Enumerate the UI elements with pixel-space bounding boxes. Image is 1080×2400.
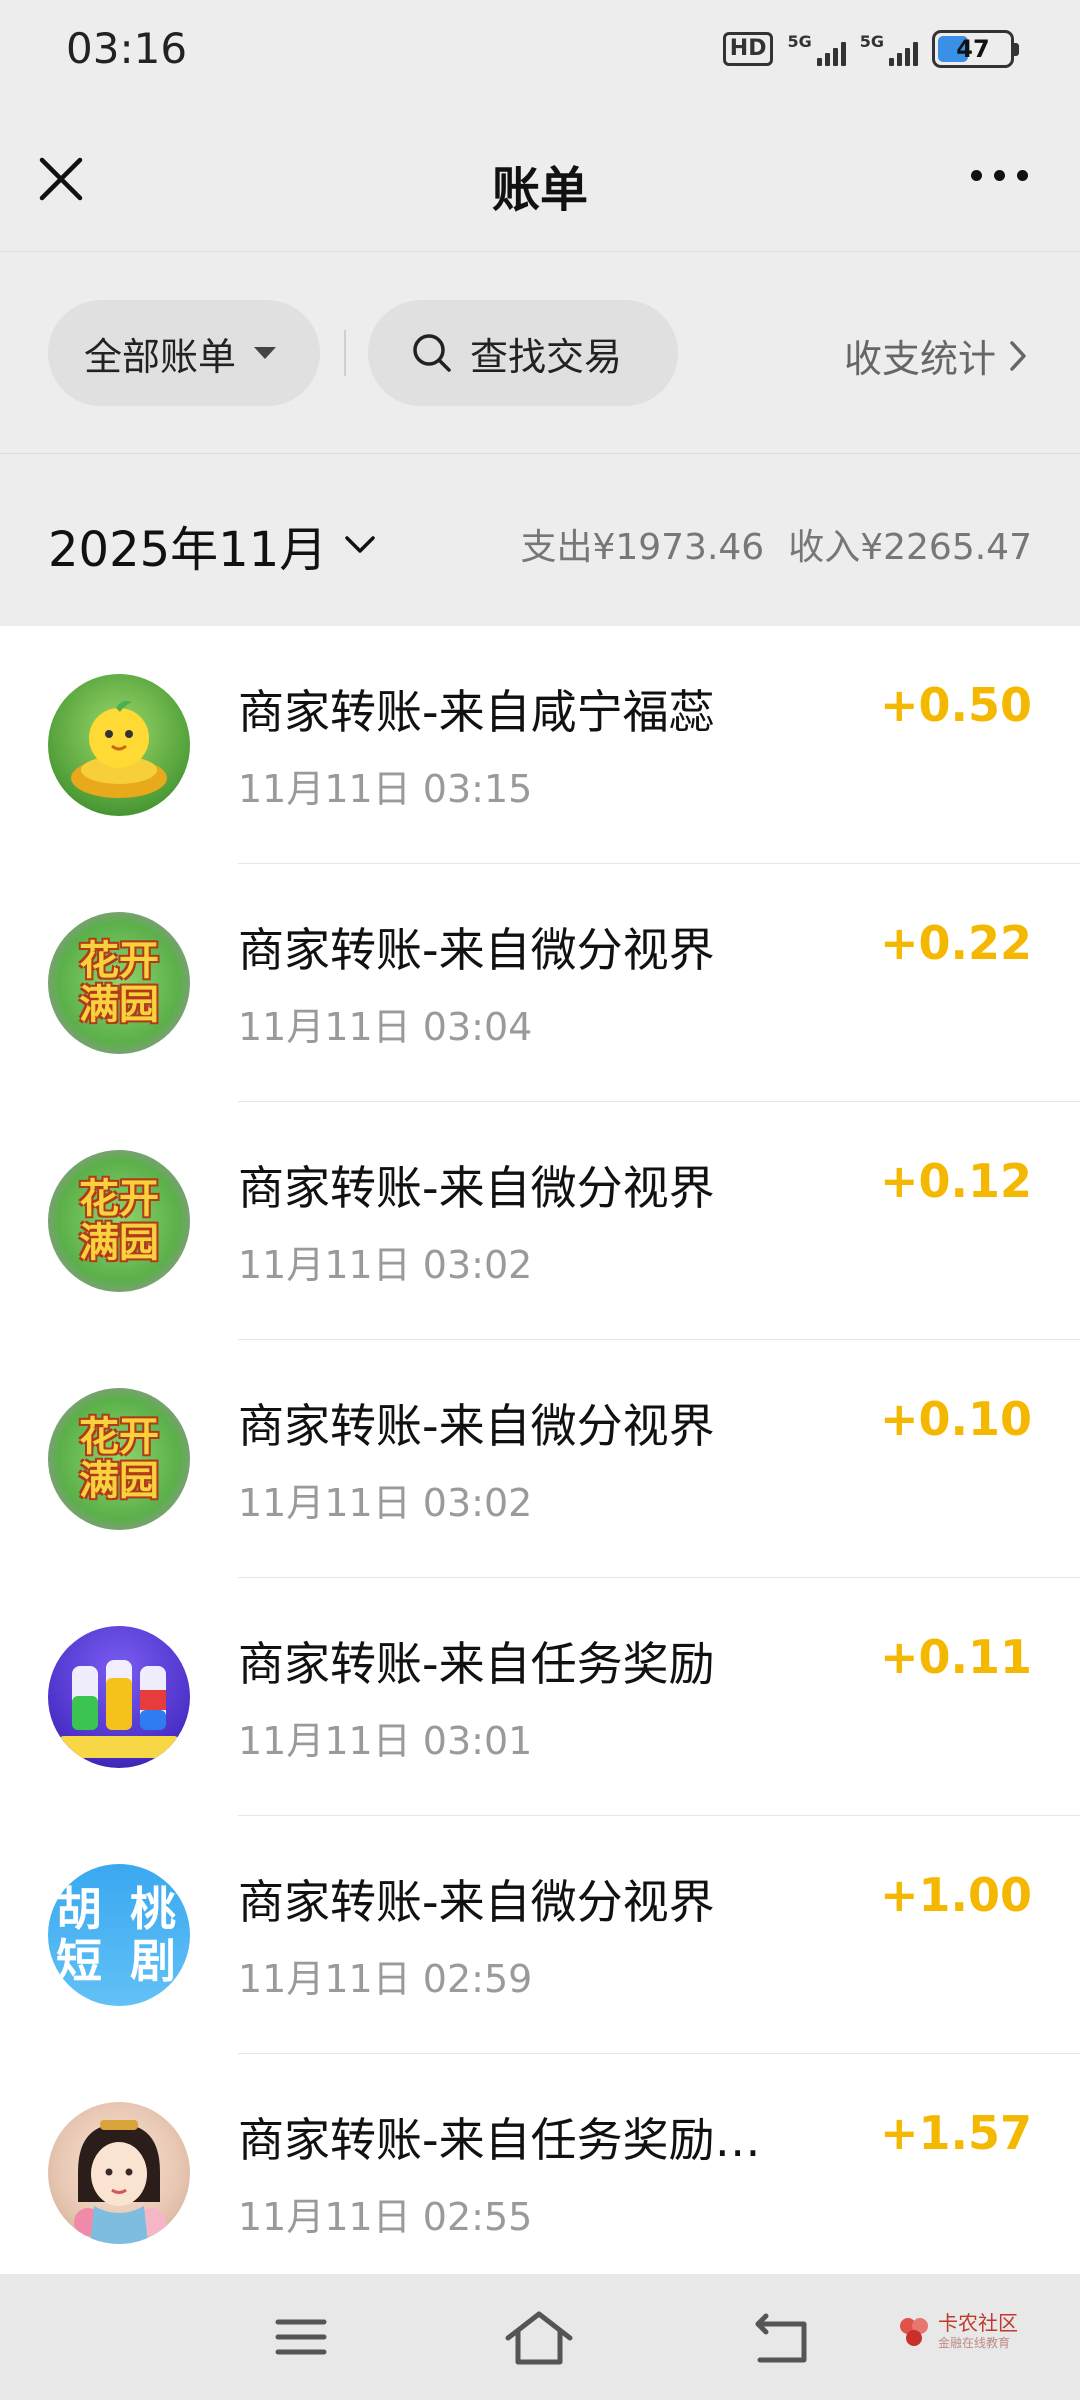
transaction-row[interactable]: 花开 满园 商家转账-来自微分视界 11月11日 03:04 +0.22 [0, 864, 1080, 1102]
transaction-row[interactable]: 商家转账-来自咸宁福蕊 11月11日 03:15 +0.50 [0, 626, 1080, 864]
merchant-avatar: 花开 满园 [48, 1150, 190, 1292]
avatar-text-line-2: 满园 [79, 982, 159, 1028]
status-bar: 03:16 HD 5G 5G 47 [0, 0, 1080, 100]
month-label: 2025年11月 [48, 522, 328, 578]
page-title: 账单 [491, 162, 588, 218]
expense-total: 支出¥1973.46 [520, 527, 765, 568]
avatar-text-line-1: 花开 [79, 1414, 159, 1460]
more-dots-icon [971, 170, 982, 181]
transaction-time: 11月11日 03:02 [238, 1481, 533, 1525]
avatar-text-line-2: 满园 [79, 1220, 159, 1266]
menu-icon [275, 2319, 327, 2355]
avatar-text-line-1: 花开 [79, 938, 159, 984]
home-icon [505, 2311, 573, 2365]
watermark: 卡农社区 金融在线教育 [896, 2312, 1018, 2351]
battery-icon: 47 [932, 30, 1019, 68]
transaction-time: 11月11日 03:15 [238, 767, 533, 811]
search-label: 查找交易 [470, 334, 623, 379]
merchant-avatar: 胡 桃 短 剧 [48, 1864, 190, 2006]
transaction-time: 11月11日 02:55 [238, 2195, 533, 2239]
watermark-title: 卡农社区 [938, 2311, 1018, 2335]
status-time: 03:16 [66, 24, 188, 73]
system-nav-bar: 卡农社区 金融在线教育 [0, 2274, 1080, 2400]
flower-garden-icon: 花开 满园 [79, 1415, 159, 1503]
search-icon [413, 334, 451, 372]
transaction-row[interactable]: 花开 满园 商家转账-来自微分视界 11月11日 03:02 +0.12 [0, 1102, 1080, 1340]
transaction-time: 11月11日 02:59 [238, 1957, 533, 2001]
home-button[interactable] [504, 2310, 574, 2370]
merchant-avatar: 花开 满园 [48, 1388, 190, 1530]
status-icons: HD 5G 5G 47 [722, 30, 1019, 68]
transaction-title: 商家转账-来自微分视界 [238, 923, 715, 977]
color-bottles-icon [58, 1660, 180, 1758]
more-button[interactable] [971, 170, 1028, 181]
all-bills-dropdown[interactable]: 全部账单 [48, 300, 320, 406]
month-header: 2025年11月 支出¥1973.46 收入¥2265.47 [0, 454, 1080, 626]
transaction-row[interactable]: 胡 桃 短 剧 商家转账-来自微分视界 11月11日 02:59 +1.00 [0, 1816, 1080, 2054]
merchant-avatar [48, 674, 190, 816]
transaction-amount: +0.11 [879, 1630, 1032, 1684]
transaction-title: 商家转账-来自咸宁福蕊 [238, 685, 715, 739]
transaction-amount: +0.50 [879, 678, 1032, 732]
flower-garden-icon: 花开 满园 [79, 939, 159, 1027]
chevron-down-icon [345, 536, 375, 553]
merchant-avatar: 花开 满园 [48, 912, 190, 1054]
signal-label-1: 5G [787, 32, 812, 51]
back-icon [755, 2313, 807, 2363]
income-total: 收入¥2265.47 [788, 527, 1032, 568]
search-transactions-button[interactable]: 查找交易 [368, 300, 678, 406]
chevron-right-icon [1010, 340, 1026, 371]
transaction-title: 商家转账-来自任务奖励 [238, 1637, 715, 1691]
filter-row: 全部账单 查找交易 收支统计 [0, 252, 1080, 454]
gold-ingot-chick-icon [71, 700, 167, 798]
month-selector[interactable]: 2025年11月 [48, 510, 377, 580]
transaction-time: 11月11日 03:02 [238, 1243, 533, 1287]
stats-label: 收支统计 [843, 337, 996, 381]
transaction-title: 商家转账-来自微分视界 [238, 1399, 715, 1453]
transaction-time: 11月11日 03:01 [238, 1719, 533, 1763]
divider [344, 330, 346, 376]
back-button[interactable] [752, 2310, 812, 2370]
lady-portrait-icon [74, 2120, 166, 2244]
transaction-amount: +1.57 [879, 2106, 1032, 2160]
income-expense-stats-link[interactable]: 收支统计 [844, 328, 1028, 383]
signal-icon-2: 5G [860, 32, 918, 66]
transaction-amount: +0.12 [879, 1154, 1032, 1208]
signal-label-2: 5G [859, 32, 884, 51]
transaction-amount: +1.00 [879, 1868, 1032, 1922]
title-bar: 账单 [0, 100, 1080, 252]
transaction-amount: +0.22 [879, 916, 1032, 970]
watermark-subtitle: 金融在线教育 [938, 2336, 1011, 2350]
transaction-list: 商家转账-来自咸宁福蕊 11月11日 03:15 +0.50 花开 满园 商家转… [0, 626, 1080, 2274]
month-summary: 支出¥1973.46 收入¥2265.47 [496, 518, 1032, 570]
transaction-amount: +0.10 [879, 1392, 1032, 1446]
transaction-row[interactable]: 花开 满园 商家转账-来自微分视界 11月11日 03:02 +0.10 [0, 1340, 1080, 1578]
all-bills-label: 全部账单 [84, 334, 237, 379]
avatar-text-line-1: 胡 桃 [55, 1882, 182, 1936]
transaction-title: 商家转账-来自任务奖励… [238, 2113, 761, 2167]
walnut-drama-icon: 胡 桃 短 剧 [56, 1883, 182, 1987]
caret-down-icon [254, 347, 277, 359]
merchant-avatar [48, 1626, 190, 1768]
battery-level: 47 [956, 35, 990, 63]
avatar-text-line-2: 满园 [79, 1458, 159, 1504]
transaction-time: 11月11日 03:04 [238, 1005, 533, 1049]
signal-icon-1: 5G [787, 32, 846, 66]
flower-garden-icon: 花开 满园 [79, 1177, 159, 1265]
menu-button[interactable] [274, 2310, 328, 2368]
transaction-title: 商家转账-来自微分视界 [238, 1161, 715, 1215]
avatar-text-line-1: 花开 [79, 1176, 159, 1222]
transaction-row[interactable]: 商家转账-来自任务奖励… 11月11日 02:55 +1.57 [0, 2054, 1080, 2274]
merchant-avatar [48, 2102, 190, 2244]
hd-icon: HD [722, 32, 774, 66]
transaction-title: 商家转账-来自微分视界 [238, 1875, 715, 1929]
avatar-text-line-2: 短 剧 [55, 1934, 182, 1988]
transaction-row[interactable]: 商家转账-来自任务奖励 11月11日 03:01 +0.11 [0, 1578, 1080, 1816]
watermark-logo-icon [900, 2317, 928, 2346]
